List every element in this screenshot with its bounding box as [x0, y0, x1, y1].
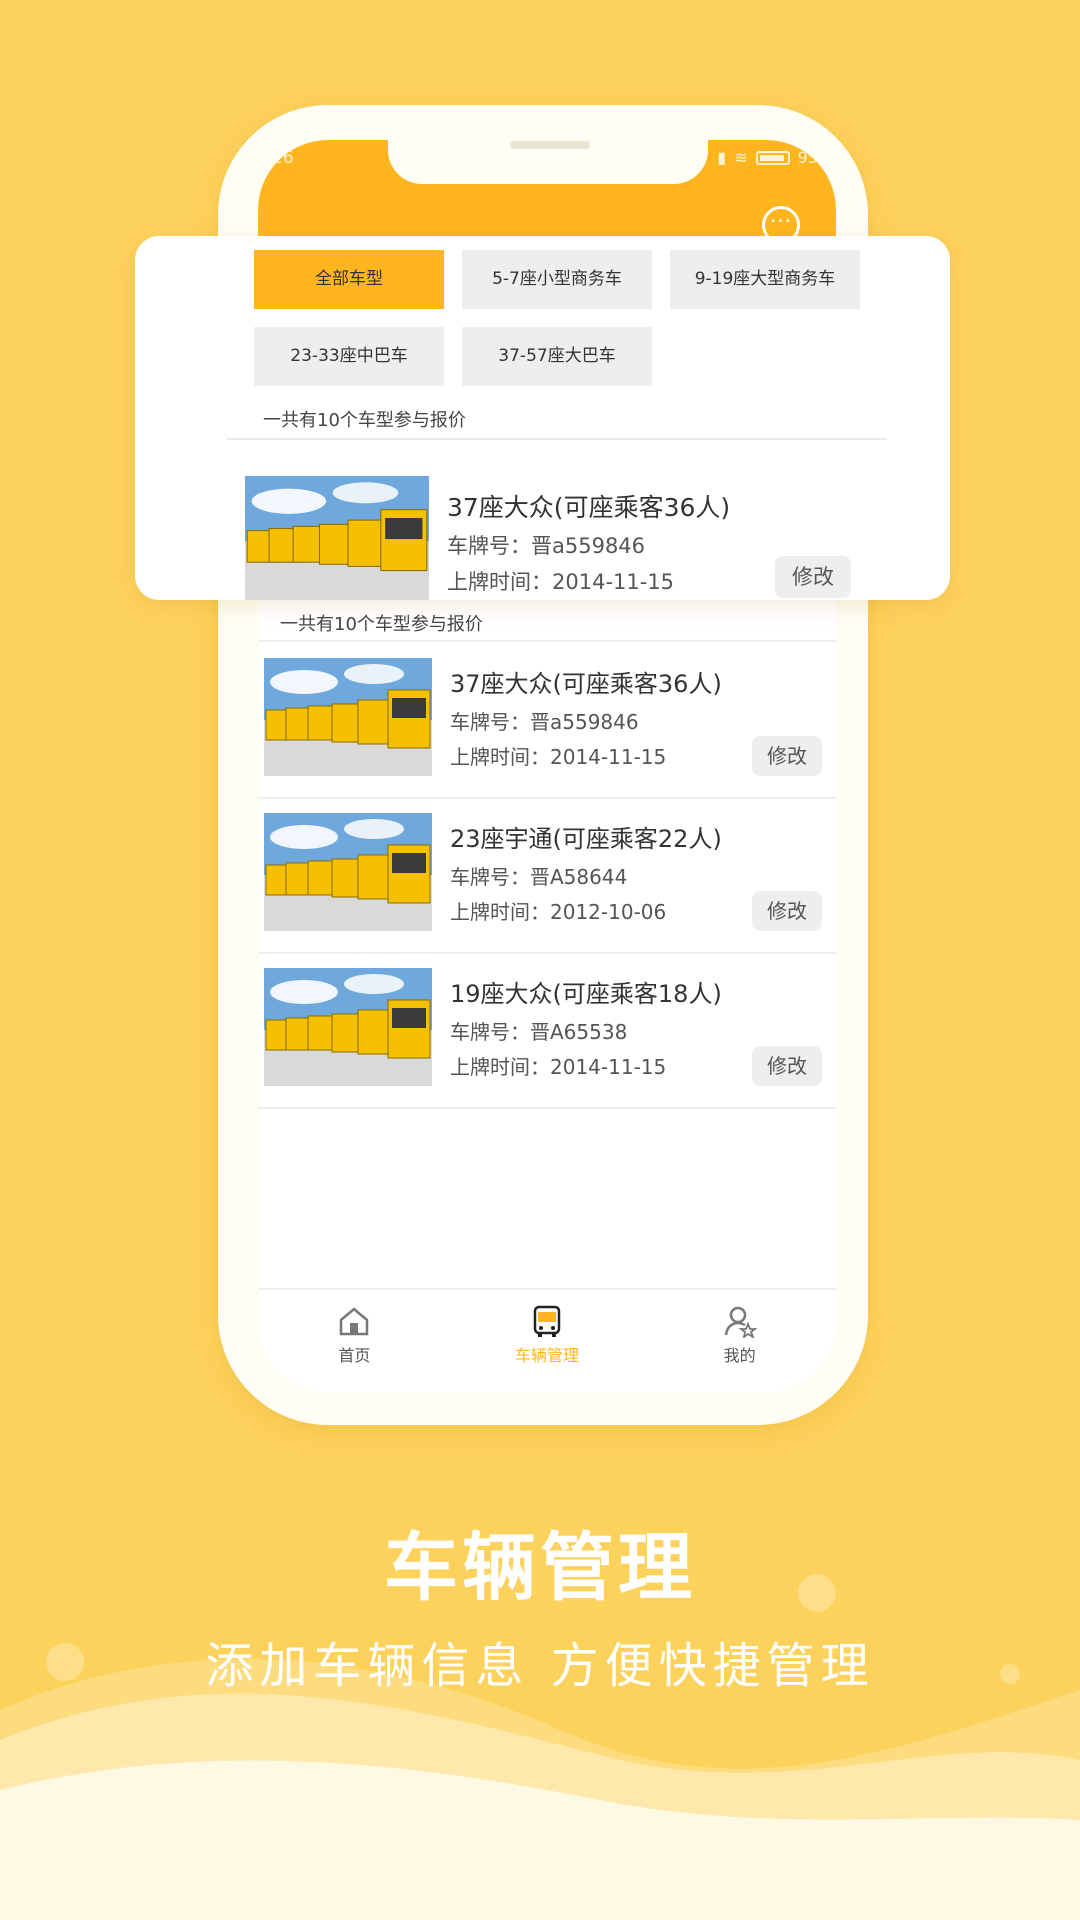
- signal-icon: ▮: [717, 148, 727, 167]
- edit-button[interactable]: 修改: [775, 556, 851, 598]
- edit-button[interactable]: 修改: [752, 891, 822, 931]
- vehicle-date: 上牌时间：2014-11-15: [450, 1055, 667, 1079]
- zoomed-filter-card: 全部车型 5-7座小型商务车 9-19座大型商务车 23-33座中巴车 37-5…: [135, 236, 950, 600]
- bus-photo: [245, 476, 429, 600]
- promo-subtitle: 添加车辆信息 方便快捷管理: [205, 1638, 875, 1694]
- vehicle-list: 37座大众(可座乘客36人) 车牌号：晋a559846 上牌时间：2014-11…: [258, 644, 836, 1109]
- vehicle-count-text: 一共有10个车型参与报价: [263, 410, 466, 431]
- nav-label: 我的: [723, 1346, 756, 1365]
- bus-photo: [264, 968, 432, 1086]
- filter-9-19-seat[interactable]: 9-19座大型商务车: [670, 250, 860, 309]
- vehicle-count-text: 一共有10个车型参与报价: [280, 614, 483, 635]
- vehicle-plate: 车牌号：晋A58644: [450, 865, 628, 889]
- battery-level: 95: [797, 148, 818, 167]
- nav-item-mine[interactable]: 我的: [643, 1290, 836, 1392]
- bus-photo: [264, 658, 432, 776]
- vehicle-name: 19座大众(可座乘客18人): [450, 980, 722, 1008]
- nav-item-vehicle-management[interactable]: 车辆管理: [451, 1290, 644, 1392]
- vehicle-plate: 车牌号：晋a559846: [447, 534, 646, 558]
- promo-title: 车辆管理: [384, 1525, 696, 1611]
- status-icons: ▮ ≋ 95: [717, 148, 818, 167]
- vehicle-plate: 车牌号：晋A65538: [450, 1020, 628, 1044]
- divider: [227, 438, 887, 440]
- bus-photo: [264, 813, 432, 931]
- vehicle-date: 上牌时间：2014-11-15: [450, 745, 667, 769]
- phone-notch: [388, 140, 708, 184]
- vehicle-date: 上牌时间：2012-10-06: [450, 900, 667, 924]
- wifi-icon: ≋: [734, 148, 748, 167]
- filter-5-7-seat[interactable]: 5-7座小型商务车: [462, 250, 652, 309]
- nav-label: 车辆管理: [515, 1346, 580, 1365]
- edit-button[interactable]: 修改: [752, 1046, 822, 1086]
- nav-item-home[interactable]: 首页: [258, 1290, 451, 1392]
- list-item[interactable]: 19座大众(可座乘客18人) 车牌号：晋A65538 上牌时间：2014-11-…: [258, 954, 836, 1109]
- speaker-icon: [510, 141, 590, 149]
- status-time: 26: [272, 148, 294, 168]
- vehicle-name: 37座大众(可座乘客36人): [447, 493, 731, 522]
- filter-all-types[interactable]: 全部车型: [254, 250, 444, 309]
- list-item[interactable]: 37座大众(可座乘客36人) 车牌号：晋a559846 上牌时间：2014-11…: [258, 644, 836, 799]
- battery-icon: [755, 150, 790, 165]
- user-icon: [724, 1306, 757, 1338]
- nav-label: 首页: [338, 1346, 371, 1365]
- home-icon: [340, 1307, 369, 1336]
- vehicle-name: 23座宇通(可座乘客22人): [450, 825, 722, 853]
- bus-icon: [533, 1305, 561, 1337]
- divider: [258, 640, 836, 642]
- edit-button[interactable]: 修改: [752, 736, 822, 776]
- vehicle-date: 上牌时间：2014-11-15: [447, 570, 675, 594]
- filter-23-33-seat[interactable]: 23-33座中巴车: [254, 327, 444, 386]
- bottom-nav: 首页 车辆管理 我的: [258, 1288, 836, 1392]
- filter-37-57-seat[interactable]: 37-57座大巴车: [462, 327, 652, 386]
- vehicle-name: 37座大众(可座乘客36人): [450, 670, 722, 698]
- vehicle-plate: 车牌号：晋a559846: [450, 710, 639, 734]
- list-item[interactable]: 23座宇通(可座乘客22人) 车牌号：晋A58644 上牌时间：2012-10-…: [258, 799, 836, 954]
